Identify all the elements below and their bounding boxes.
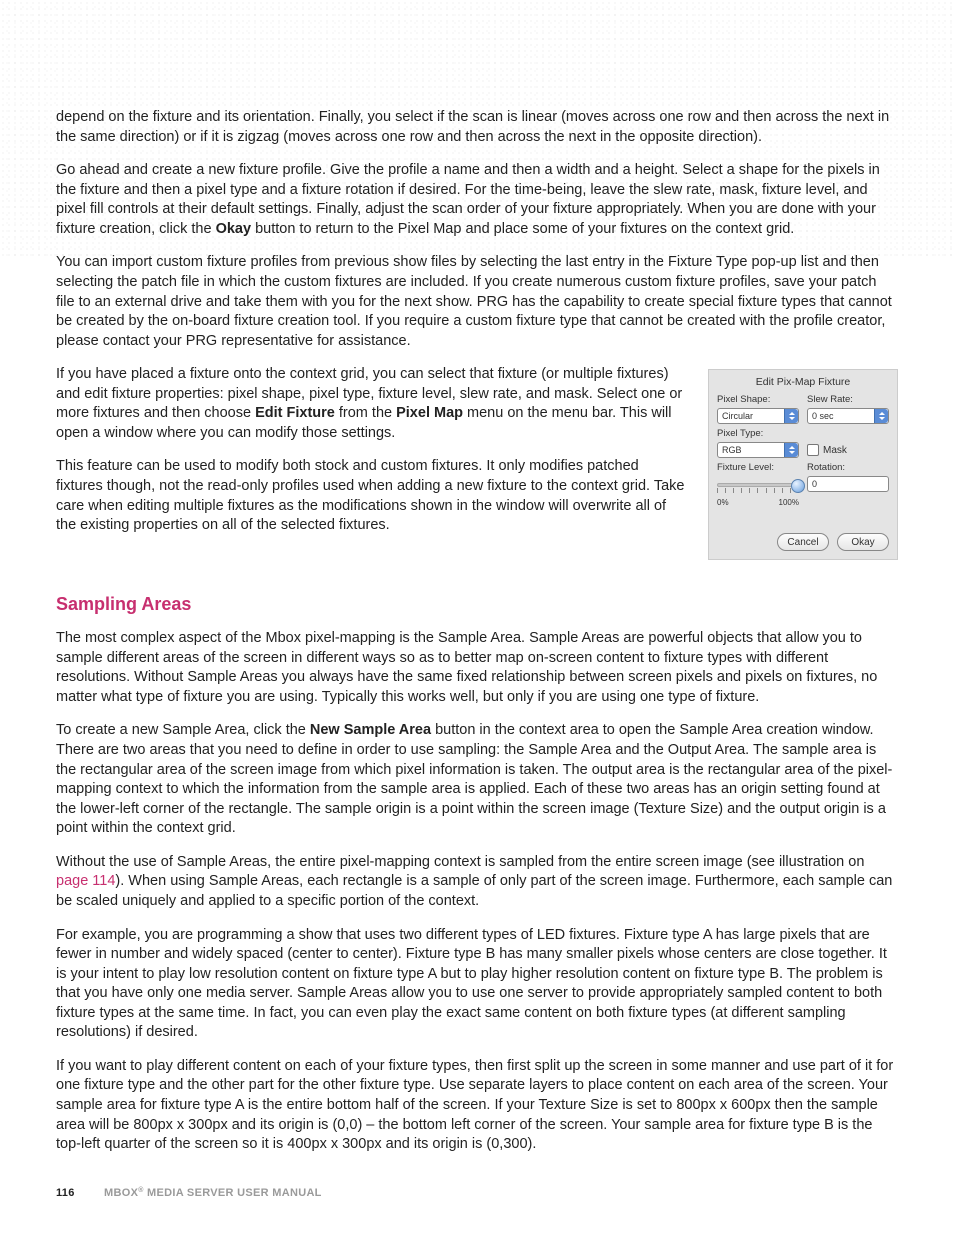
new-sample-area-word: New Sample Area xyxy=(310,722,431,738)
slew-rate-value: 0 sec xyxy=(812,411,834,421)
page-number: 116 xyxy=(56,1187,75,1199)
pixel-type-label: Pixel Type: xyxy=(717,428,799,439)
slider-min: 0% xyxy=(717,498,729,507)
paragraph: You can import custom fixture profiles f… xyxy=(56,253,898,351)
pixel-type-select[interactable]: RGB xyxy=(717,442,799,458)
page-footer: 116 MBOX® MEDIA SERVER USER MANUAL xyxy=(56,1187,322,1199)
rotation-value: 0 xyxy=(812,479,817,489)
text: from the xyxy=(335,405,396,421)
edit-fixture-word: Edit Fixture xyxy=(255,405,335,421)
sampling-areas-heading: Sampling Areas xyxy=(56,594,898,615)
footer-title-suffix: MEDIA SERVER USER MANUAL xyxy=(144,1187,322,1199)
text: button in the context area to open the S… xyxy=(56,722,892,836)
edit-pixmap-dialog: Edit Pix-Map Fixture Pixel Shape: Circul… xyxy=(708,369,898,560)
page-content: depend on the fixture and its orientatio… xyxy=(0,0,954,1209)
paragraph: Without the use of Sample Areas, the ent… xyxy=(56,853,898,912)
slider-max: 100% xyxy=(779,498,799,507)
select-arrows-icon xyxy=(784,443,798,457)
pixel-shape-select[interactable]: Circular xyxy=(717,408,799,424)
okay-button[interactable]: Okay xyxy=(837,533,889,551)
select-arrows-icon xyxy=(874,409,888,423)
slider-thumb-icon[interactable] xyxy=(791,479,805,493)
paragraph: The most complex aspect of the Mbox pixe… xyxy=(56,629,898,707)
paragraph: depend on the fixture and its orientatio… xyxy=(56,108,898,147)
slew-rate-select[interactable]: 0 sec xyxy=(807,408,889,424)
slew-rate-label: Slew Rate: xyxy=(807,394,889,405)
pixel-shape-label: Pixel Shape: xyxy=(717,394,799,405)
text: To create a new Sample Area, click the xyxy=(56,722,310,738)
rotation-input[interactable]: 0 xyxy=(807,476,889,492)
cancel-button[interactable]: Cancel xyxy=(777,533,829,551)
footer-title-prefix: MBOX xyxy=(104,1187,138,1199)
paragraph: For example, you are programming a show … xyxy=(56,926,898,1043)
pixel-shape-value: Circular xyxy=(722,411,753,421)
text: ). When using Sample Areas, each rectang… xyxy=(56,873,892,909)
select-arrows-icon xyxy=(784,409,798,423)
pixel-map-word: Pixel Map xyxy=(396,405,463,421)
fixture-level-label: Fixture Level: xyxy=(717,462,799,473)
text: button to return to the Pixel Map and pl… xyxy=(251,221,794,237)
rotation-label: Rotation: xyxy=(807,462,889,473)
okay-word: Okay xyxy=(216,221,251,237)
slider-ticks xyxy=(717,488,799,493)
page-link[interactable]: page 114 xyxy=(56,873,115,889)
paragraph: Go ahead and create a new fixture profil… xyxy=(56,161,898,239)
dialog-title: Edit Pix-Map Fixture xyxy=(717,376,889,388)
fixture-level-slider[interactable] xyxy=(717,479,799,497)
mask-label: Mask xyxy=(823,445,847,456)
text: Without the use of Sample Areas, the ent… xyxy=(56,854,864,870)
slider-track xyxy=(717,483,799,487)
paragraph: To create a new Sample Area, click the N… xyxy=(56,721,898,838)
pixel-type-value: RGB xyxy=(722,445,742,455)
paragraph: If you want to play different content on… xyxy=(56,1057,898,1155)
mask-checkbox[interactable] xyxy=(807,444,819,456)
